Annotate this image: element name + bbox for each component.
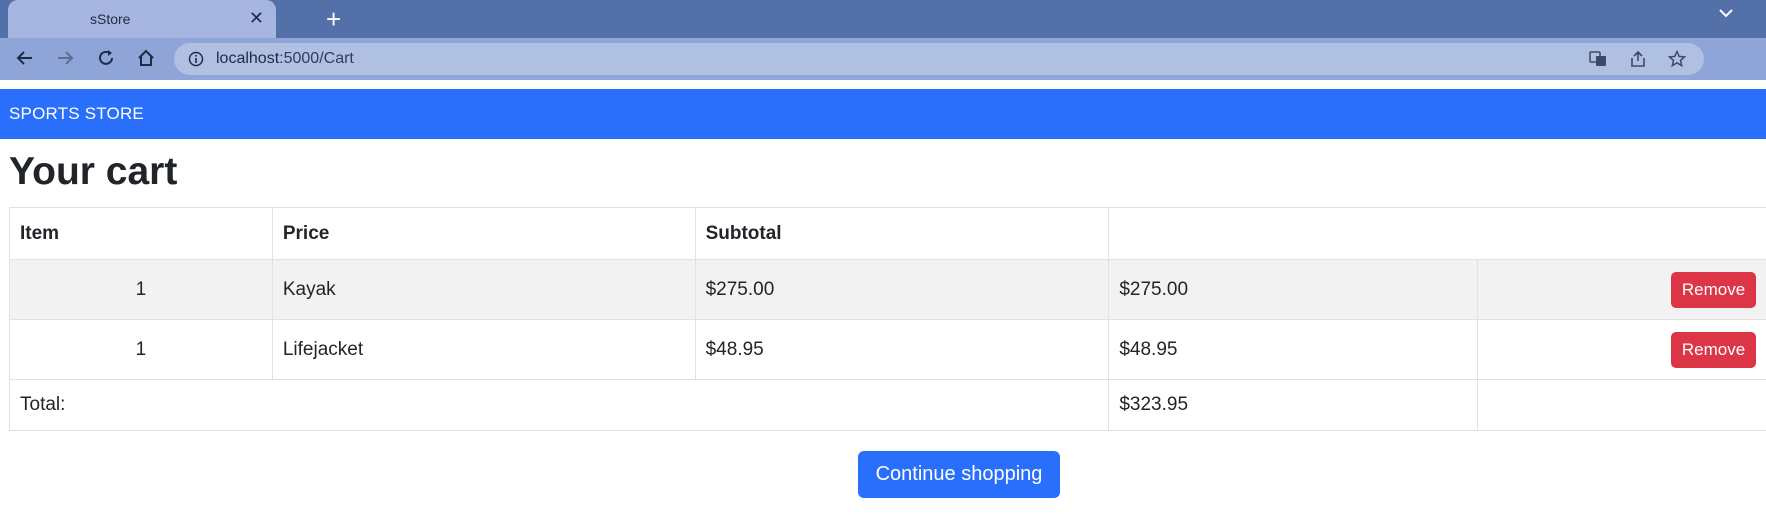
url-path: :5000/Cart: [279, 50, 354, 67]
star-icon[interactable]: [1667, 49, 1687, 68]
forward-icon[interactable]: [54, 47, 76, 69]
table-row: 1 Kayak $275.00 $275.00 Remove: [9, 259, 1766, 320]
continue-shopping-button[interactable]: Continue shopping: [858, 451, 1060, 498]
total-row: Total: $323.95: [8, 379, 1766, 431]
cart-table: Item Price Subtotal 1 Kayak $275.00 $275…: [8, 207, 1766, 431]
total-label: Total:: [8, 379, 1110, 431]
new-tab-button[interactable]: +: [326, 4, 341, 34]
cell-subtotal: $48.95: [1108, 319, 1479, 380]
column-header-price: Price: [271, 207, 696, 260]
app-navbar: SPORTS STORE: [0, 89, 1766, 139]
url-text[interactable]: localhost:5000/Cart: [216, 50, 354, 68]
tab-list-icon[interactable]: [1718, 6, 1734, 24]
total-empty-cell: [1477, 379, 1766, 431]
page-title: Your cart: [9, 150, 178, 193]
url-host: localhost: [216, 50, 280, 67]
cell-quantity: 1: [9, 259, 273, 320]
table-row: 1 Lifejacket $48.95 $48.95 Remove: [9, 319, 1766, 380]
remove-button[interactable]: Remove: [1671, 271, 1756, 308]
brand-link[interactable]: SPORTS STORE: [9, 104, 144, 124]
column-header-item: Item: [9, 207, 273, 260]
back-icon[interactable]: [14, 47, 36, 69]
tab-title: sStore: [90, 11, 131, 27]
info-icon[interactable]: [188, 51, 204, 72]
cell-price: $48.95: [694, 319, 1110, 380]
total-value: $323.95: [1108, 379, 1479, 431]
share-icon[interactable]: [1629, 50, 1647, 68]
address-bar[interactable]: localhost:5000/Cart: [174, 43, 1704, 75]
table-header-row: Item Price Subtotal: [9, 207, 1766, 260]
remove-button[interactable]: Remove: [1671, 331, 1756, 368]
browser-tab-strip: sStore ✕ +: [0, 0, 1766, 38]
cell-price: $275.00: [694, 259, 1110, 320]
browser-tab[interactable]: sStore ✕: [8, 0, 276, 38]
cell-quantity: 1: [9, 319, 273, 380]
reload-icon[interactable]: [95, 47, 117, 69]
cell-action: Remove: [1477, 319, 1766, 380]
cell-product-name: Kayak: [271, 259, 696, 320]
home-icon[interactable]: [135, 47, 157, 69]
cell-product-name: Lifejacket: [271, 319, 696, 380]
column-header-actions: [1108, 207, 1766, 260]
close-tab-icon[interactable]: ✕: [249, 8, 264, 28]
cell-subtotal: $275.00: [1108, 259, 1479, 320]
column-header-subtotal: Subtotal: [694, 207, 1110, 260]
translate-icon[interactable]: [1589, 50, 1607, 68]
cell-action: Remove: [1477, 259, 1766, 320]
browser-toolbar: localhost:5000/Cart: [0, 38, 1766, 80]
